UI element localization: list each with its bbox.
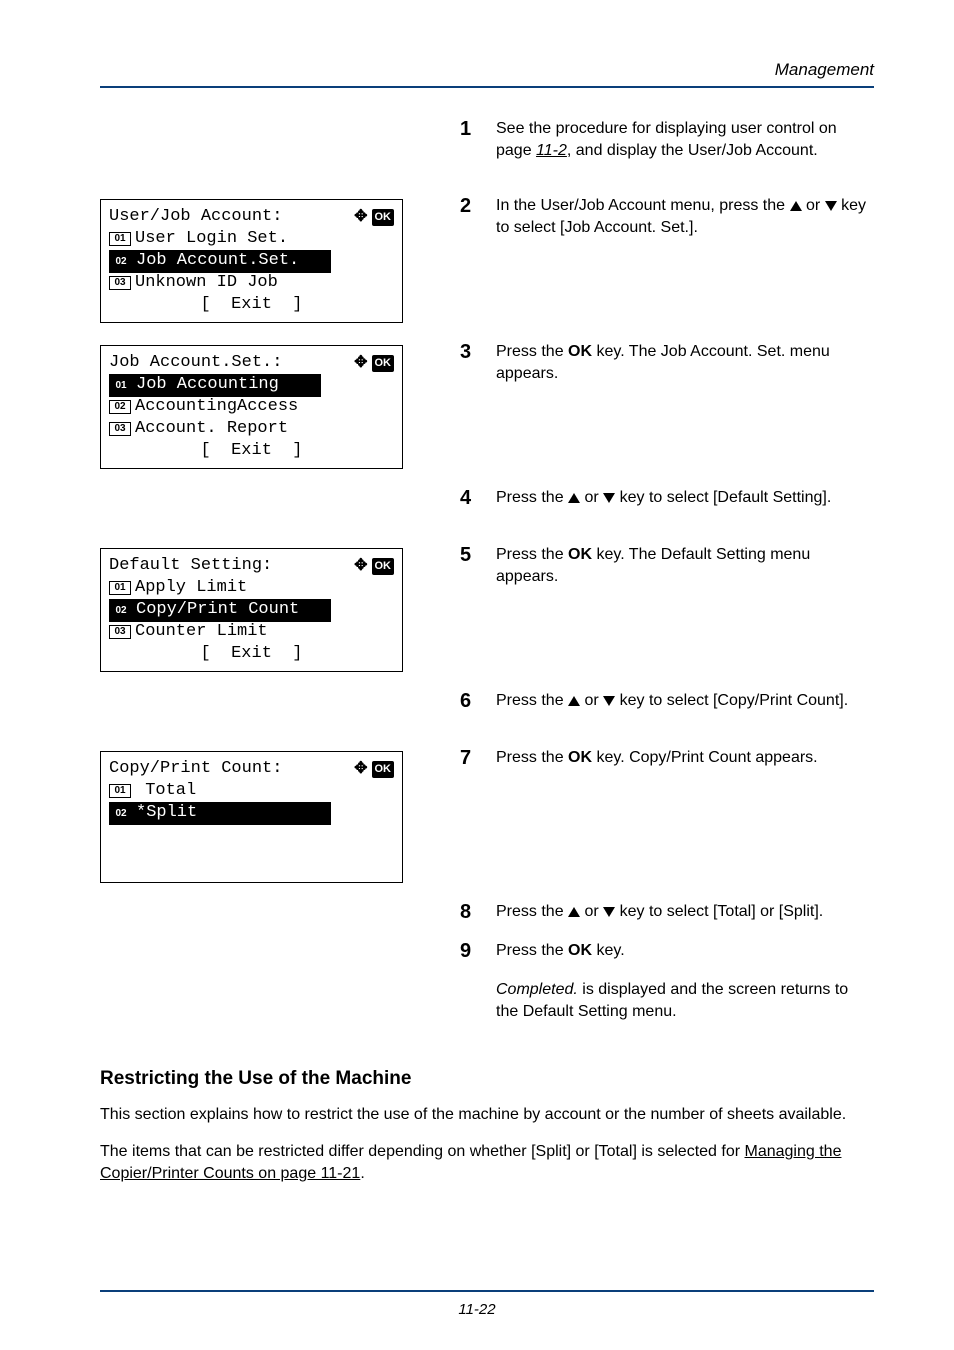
header-section: Management [775,60,874,80]
footer-rule [100,1290,874,1292]
up-icon [568,696,580,706]
lcd-selected: 02Copy/Print Count [109,599,331,622]
ok-icon: OK [372,209,395,226]
up-icon [568,907,580,917]
step-5: 5 Press the OK key. The Default Setting … [460,544,874,587]
step-2: 2 In the User/Job Account menu, press th… [460,195,874,238]
step-6: 6 Press the or key to select [Copy/Print… [460,690,874,713]
step-4: 4 Press the or key to select [Default Se… [460,487,874,510]
section-heading: Restricting the Use of the Machine [100,1068,874,1090]
lcd-user-job-account: User/Job Account: ✥ OK 01User Login Set.… [100,199,403,323]
page-header: Management [100,60,874,88]
section-p2: The items that can be restricted differ … [100,1141,874,1186]
ok-icon: OK [372,355,395,372]
step-8: 8 Press the or key to select [Total] or … [460,901,874,924]
page-number: 11-22 [0,1301,954,1318]
lcd-job-account-set: Job Account.Set.: ✥ OK 01Job Accounting … [100,345,403,469]
up-icon [568,493,580,503]
step-7: 7 Press the OK key. Copy/Print Count app… [460,747,874,770]
up-icon [790,201,802,211]
ok-icon: OK [372,761,395,778]
link-page-11-2[interactable]: 11-2 [536,142,567,159]
lcd1-title: User/Job Account: [109,206,282,229]
lcd-linenum: 01 [109,232,131,246]
section-p1: This section explains how to restrict th… [100,1104,874,1126]
down-icon [603,493,615,503]
step-9-note: Completed. is displayed and the screen r… [460,979,874,1022]
down-icon [603,696,615,706]
lcd-default-setting: Default Setting: ✥ OK 01Apply Limit 02Co… [100,548,403,672]
step-3: 3 Press the OK key. The Job Account. Set… [460,341,874,384]
nav-icon: ✥ [354,352,367,374]
down-icon [825,201,837,211]
down-icon [603,907,615,917]
step-1: 1 See the procedure for displaying user … [460,118,874,161]
step-9: 9 Press the OK key. [460,940,874,963]
lcd-selected: 02Job Account.Set. [109,250,331,273]
nav-icon: ✥ [354,555,367,577]
nav-icon: ✥ [354,206,367,228]
lcd-copy-print-count: Copy/Print Count: ✥ OK 01 Total 02*Split [100,751,403,883]
ok-icon: OK [372,558,395,575]
nav-icon: ✥ [354,758,367,780]
lcd-selected: 02*Split [109,802,331,825]
lcd-selected: 01Job Accounting [109,374,321,397]
